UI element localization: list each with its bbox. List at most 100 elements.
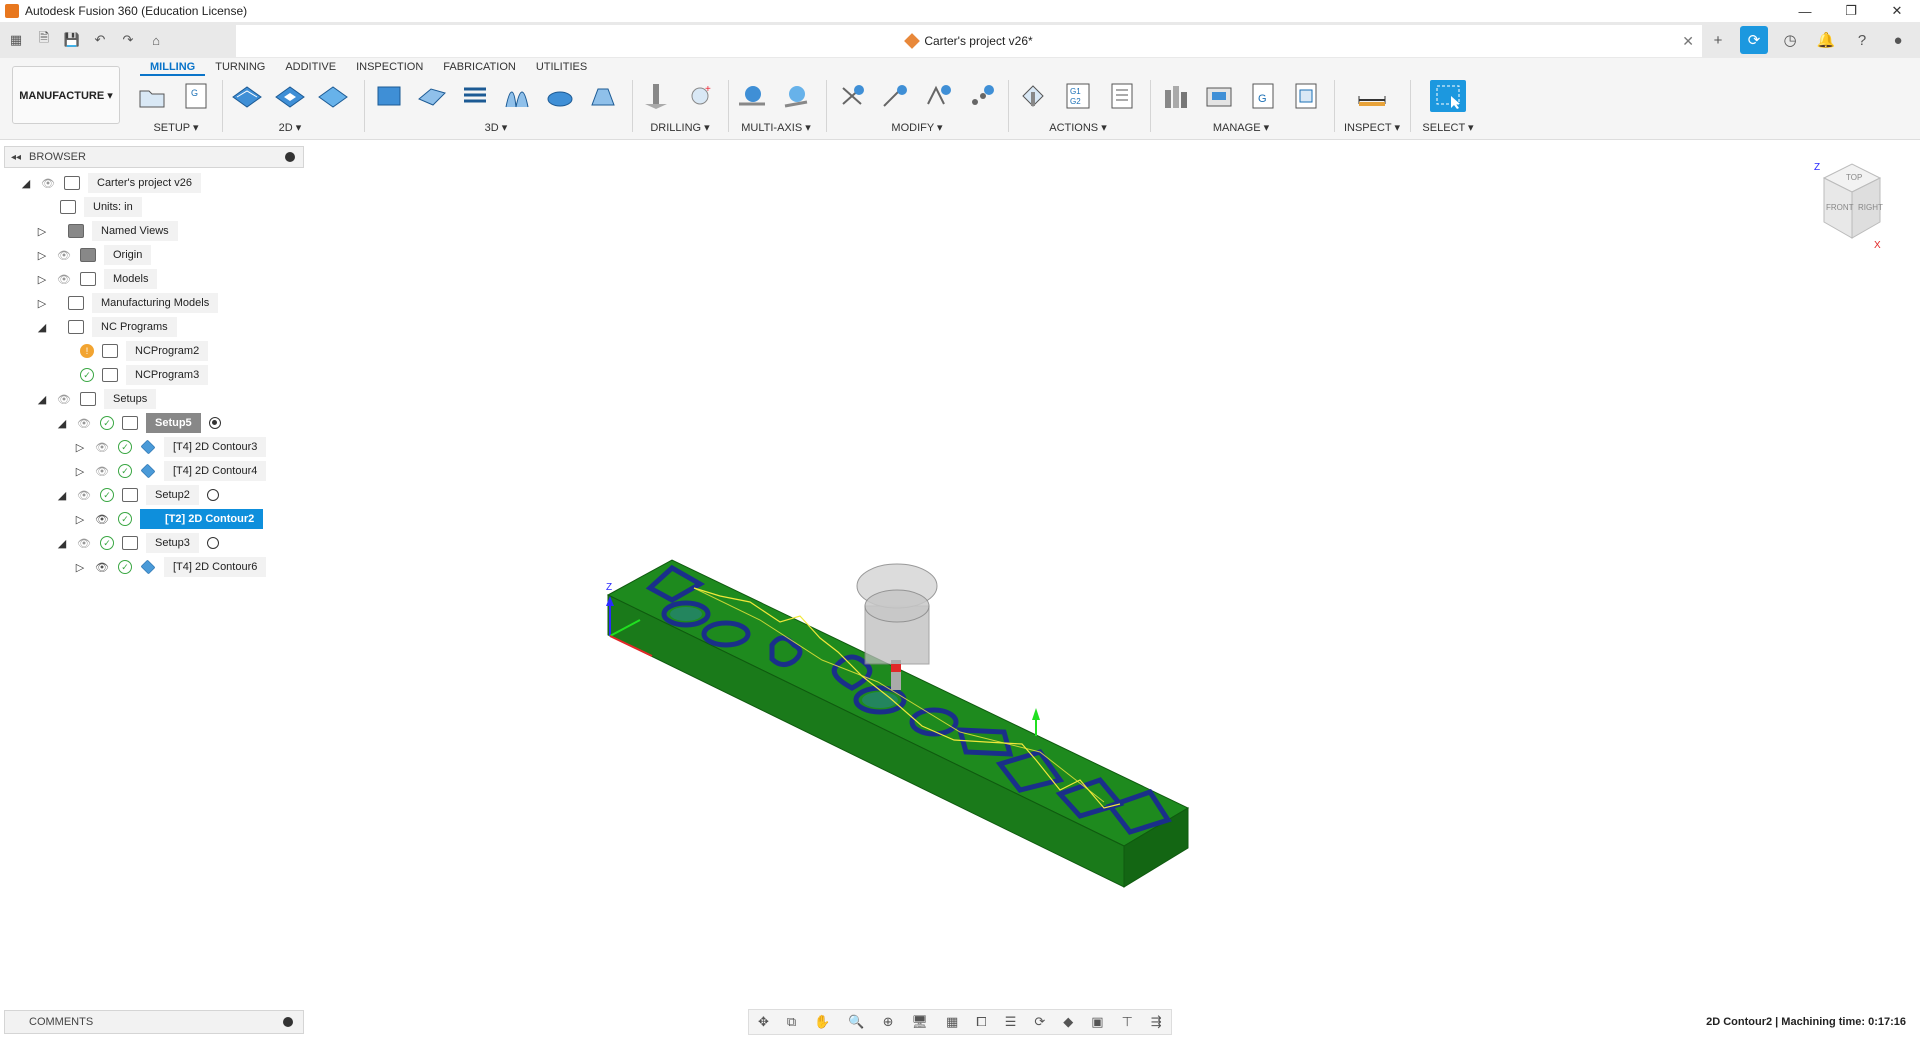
collapse-triangle-icon[interactable]: ◢ [56, 417, 68, 430]
look-at-icon[interactable]: ⧉ [787, 1014, 796, 1030]
tool-display-icon[interactable]: ⊤ [1122, 1014, 1133, 1030]
tab-milling[interactable]: MILLING [140, 58, 206, 76]
app-grid-icon[interactable]: ▦ [4, 28, 28, 52]
tab-utilities[interactable]: UTILITIES [526, 58, 597, 76]
multi-axis-contour-icon[interactable] [778, 80, 814, 112]
3d-adaptive-icon[interactable] [372, 80, 407, 112]
post-process-icon[interactable]: G1 G2 [1060, 80, 1096, 112]
collapse-triangle-icon[interactable]: ◢ [36, 393, 48, 406]
tab-fabrication[interactable]: FABRICATION [433, 58, 526, 76]
hidden-eye-icon[interactable]: 👁 [76, 489, 92, 502]
display-settings-icon[interactable]: 🖥 [911, 1014, 928, 1030]
orbit-icon[interactable]: ✥ [758, 1014, 769, 1030]
simulate-icon[interactable] [1016, 80, 1052, 112]
pattern-icon[interactable] [965, 80, 1001, 112]
comments-panel[interactable]: COMMENTS [4, 1010, 304, 1034]
hidden-eye-icon[interactable]: 👁 [76, 417, 92, 430]
tool-library-icon[interactable] [1158, 80, 1194, 112]
add-comment-icon[interactable] [283, 1017, 293, 1027]
tree-row-setup5[interactable]: ◢ 👁 ✓ Setup5 [56, 412, 221, 434]
notifications-icon[interactable]: 🔔 [1812, 26, 1840, 54]
steep-shallow-icon[interactable] [457, 80, 492, 112]
inactive-setup-radio-icon[interactable] [206, 537, 219, 549]
help-icon[interactable]: ? [1848, 26, 1876, 54]
face-icon[interactable] [315, 80, 350, 112]
3d-viewport[interactable]: Z TOP FRONT RIGHT Z X [0, 140, 1920, 1010]
measure-icon[interactable] [1354, 80, 1390, 112]
pin-panel-icon[interactable] [285, 152, 295, 162]
multi-axis-group-label[interactable]: MULTI-AXIS ▾ [734, 121, 818, 134]
file-menu-icon[interactable]: 🗎 [32, 28, 56, 52]
visibility-eye-icon[interactable]: 👁 [40, 177, 56, 190]
setup-sheet-icon[interactable] [1104, 80, 1140, 112]
scallop-icon[interactable] [543, 80, 578, 112]
close-tab-icon[interactable]: ✕ [1682, 33, 1694, 50]
hidden-eye-icon[interactable]: 👁 [56, 249, 72, 262]
tab-additive[interactable]: ADDITIVE [275, 58, 346, 76]
tree-row-named-views[interactable]: ▷ Named Views [36, 220, 178, 242]
actions-group-label[interactable]: ACTIONS ▾ [1016, 121, 1140, 134]
browser-panel-header[interactable]: ◂◂ BROWSER [4, 146, 304, 168]
extensions-icon[interactable]: ⟳ [1740, 26, 1768, 54]
undo-icon[interactable]: ↶ [88, 28, 112, 52]
grid-settings-icon[interactable]: ▦ [946, 1014, 958, 1030]
3d-group-label[interactable]: 3D ▾ [372, 121, 620, 134]
tree-row-contour2[interactable]: ▷ 👁 ✓ [T2] 2D Contour2 [74, 508, 264, 530]
2d-pocket-icon[interactable] [273, 80, 308, 112]
collapse-triangle-icon[interactable]: ◢ [56, 489, 68, 502]
hidden-eye-icon[interactable]: 👁 [94, 465, 110, 478]
tree-row-root[interactable]: ◢ 👁 Carter's project v26 [20, 172, 202, 194]
expand-triangle-icon[interactable]: ▷ [74, 465, 86, 478]
home-icon[interactable]: ⌂ [144, 28, 168, 52]
viewcube-front-label[interactable]: FRONT [1826, 203, 1854, 212]
simulation-display-icon[interactable]: ⇶ [1151, 1014, 1162, 1030]
inspect-group-label[interactable]: INSPECT ▾ [1342, 121, 1402, 134]
collapse-panel-icon[interactable]: ◂◂ [11, 152, 21, 163]
select-group-label[interactable]: SELECT ▾ [1418, 121, 1478, 134]
collapse-triangle-icon[interactable]: ◢ [20, 177, 32, 190]
expand-triangle-icon[interactable]: ▷ [36, 297, 48, 310]
contour-3d-icon[interactable] [500, 80, 535, 112]
section-analysis-icon[interactable]: ☰ [1005, 1014, 1017, 1030]
viewcube[interactable]: TOP FRONT RIGHT Z X [1814, 162, 1883, 251]
rotate-icon[interactable] [921, 80, 957, 112]
tree-row-nc-programs[interactable]: ◢ NC Programs [36, 316, 177, 338]
fit-icon[interactable]: ⊕ [883, 1014, 894, 1030]
close-button[interactable]: ✕ [1874, 0, 1920, 22]
collapse-triangle-icon[interactable]: ◢ [56, 537, 68, 550]
collapse-triangle-icon[interactable]: ◢ [36, 321, 48, 334]
tree-row-units[interactable]: Units: in [52, 196, 142, 218]
tree-row-contour3[interactable]: ▷ 👁 ✓ [T4] 2D Contour3 [74, 436, 267, 458]
select-cursor-icon[interactable] [1430, 80, 1466, 112]
hidden-eye-icon[interactable]: 👁 [94, 441, 110, 454]
parallel-icon[interactable] [585, 80, 620, 112]
visibility-eye-icon[interactable]: 👁 [94, 513, 110, 526]
tree-row-origin[interactable]: ▷ 👁 Origin [36, 244, 152, 266]
nc-program-icon[interactable]: G [178, 80, 214, 112]
minimize-button[interactable]: — [1782, 0, 1828, 22]
active-setup-radio-icon[interactable] [208, 417, 221, 429]
zoom-icon[interactable]: 🔍 [848, 1014, 864, 1030]
post-library-icon[interactable]: G [1245, 80, 1281, 112]
template-library-icon[interactable] [1289, 80, 1325, 112]
modify-group-label[interactable]: MODIFY ▾ [834, 121, 1000, 134]
tree-row-contour6[interactable]: ▷ 👁 ✓ [T4] 2D Contour6 [74, 556, 267, 578]
drill-icon[interactable] [638, 80, 674, 112]
expand-triangle-icon[interactable]: ▷ [74, 561, 86, 574]
tree-row-contour4[interactable]: ▷ 👁 ✓ [T4] 2D Contour4 [74, 460, 267, 482]
inactive-setup-radio-icon[interactable] [206, 489, 219, 501]
edit-icon[interactable] [878, 80, 914, 112]
orbit-type-icon[interactable]: ⟳ [1034, 1014, 1045, 1030]
tree-row-setups[interactable]: ◢ 👁 Setups [36, 388, 157, 410]
expand-triangle-icon[interactable]: ▷ [74, 513, 86, 526]
setup-group-label[interactable]: SETUP ▾ [134, 121, 218, 134]
new-tab-icon[interactable]: + [1704, 26, 1732, 54]
expand-triangle-icon[interactable]: ▷ [74, 441, 86, 454]
pan-icon[interactable]: ✋ [814, 1014, 830, 1030]
hole-recognition-icon[interactable]: + [682, 80, 718, 112]
workspace-switcher[interactable]: MANUFACTURE ▾ [12, 66, 120, 124]
2d-adaptive-icon[interactable] [230, 80, 265, 112]
manage-group-label[interactable]: MANAGE ▾ [1158, 121, 1324, 134]
user-avatar-icon[interactable]: ● [1884, 26, 1912, 54]
swarf-icon[interactable] [734, 80, 770, 112]
